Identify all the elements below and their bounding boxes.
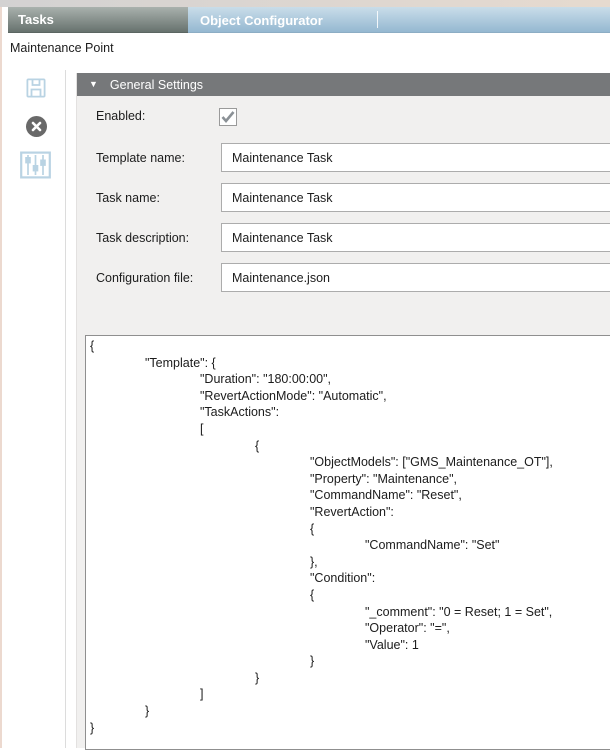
template-name-input[interactable] bbox=[221, 143, 610, 172]
app-window: { "tabs": [ { "label": "Tasks", "active"… bbox=[0, 0, 610, 748]
save-button[interactable] bbox=[25, 77, 47, 99]
general-settings-panel: ▼ General Settings Enabled: Template nam… bbox=[76, 73, 610, 748]
configuration-file-row: Configuration file: bbox=[96, 263, 610, 292]
tab-separator bbox=[377, 11, 378, 28]
configuration-json-text: { "Template": { "Duration": "180:00:00",… bbox=[90, 338, 607, 736]
task-description-label: Task description: bbox=[96, 231, 189, 245]
enabled-label: Enabled: bbox=[96, 109, 145, 123]
tab-object-configurator-label: Object Configurator bbox=[200, 13, 323, 28]
window-top-edge bbox=[0, 0, 610, 7]
task-name-row: Task name: bbox=[96, 183, 610, 212]
configuration-file-label: Configuration file: bbox=[96, 271, 193, 285]
tab-tasks[interactable]: Tasks bbox=[8, 7, 188, 33]
settings-button[interactable] bbox=[20, 151, 51, 179]
task-description-row: Task description: bbox=[96, 223, 610, 252]
cancel-button[interactable] bbox=[25, 115, 48, 138]
task-name-label: Task name: bbox=[96, 191, 160, 205]
cancel-icon bbox=[25, 115, 48, 138]
enabled-checkbox[interactable] bbox=[219, 108, 237, 126]
tab-tasks-label: Tasks bbox=[18, 12, 54, 27]
sliders-icon bbox=[20, 151, 51, 179]
window-left-edge bbox=[0, 7, 2, 748]
general-settings-header[interactable]: ▼ General Settings bbox=[77, 73, 610, 96]
save-icon bbox=[25, 77, 47, 99]
toolbar-divider bbox=[65, 70, 66, 748]
breadcrumb: Maintenance Point bbox=[10, 41, 114, 55]
collapse-icon: ▼ bbox=[89, 80, 98, 89]
configuration-json-editor[interactable]: { "Template": { "Duration": "180:00:00",… bbox=[85, 335, 610, 750]
section-title: General Settings bbox=[110, 78, 203, 92]
enabled-row: Enabled: bbox=[96, 101, 610, 131]
configuration-file-input[interactable] bbox=[221, 263, 610, 292]
tab-bar: Tasks Object Configurator bbox=[8, 7, 610, 33]
tab-object-configurator[interactable]: Object Configurator bbox=[188, 7, 377, 33]
task-name-input[interactable] bbox=[221, 183, 610, 212]
checkmark-icon bbox=[221, 111, 235, 123]
task-description-input[interactable] bbox=[221, 223, 610, 252]
template-name-label: Template name: bbox=[96, 151, 185, 165]
template-name-row: Template name: bbox=[96, 143, 610, 172]
